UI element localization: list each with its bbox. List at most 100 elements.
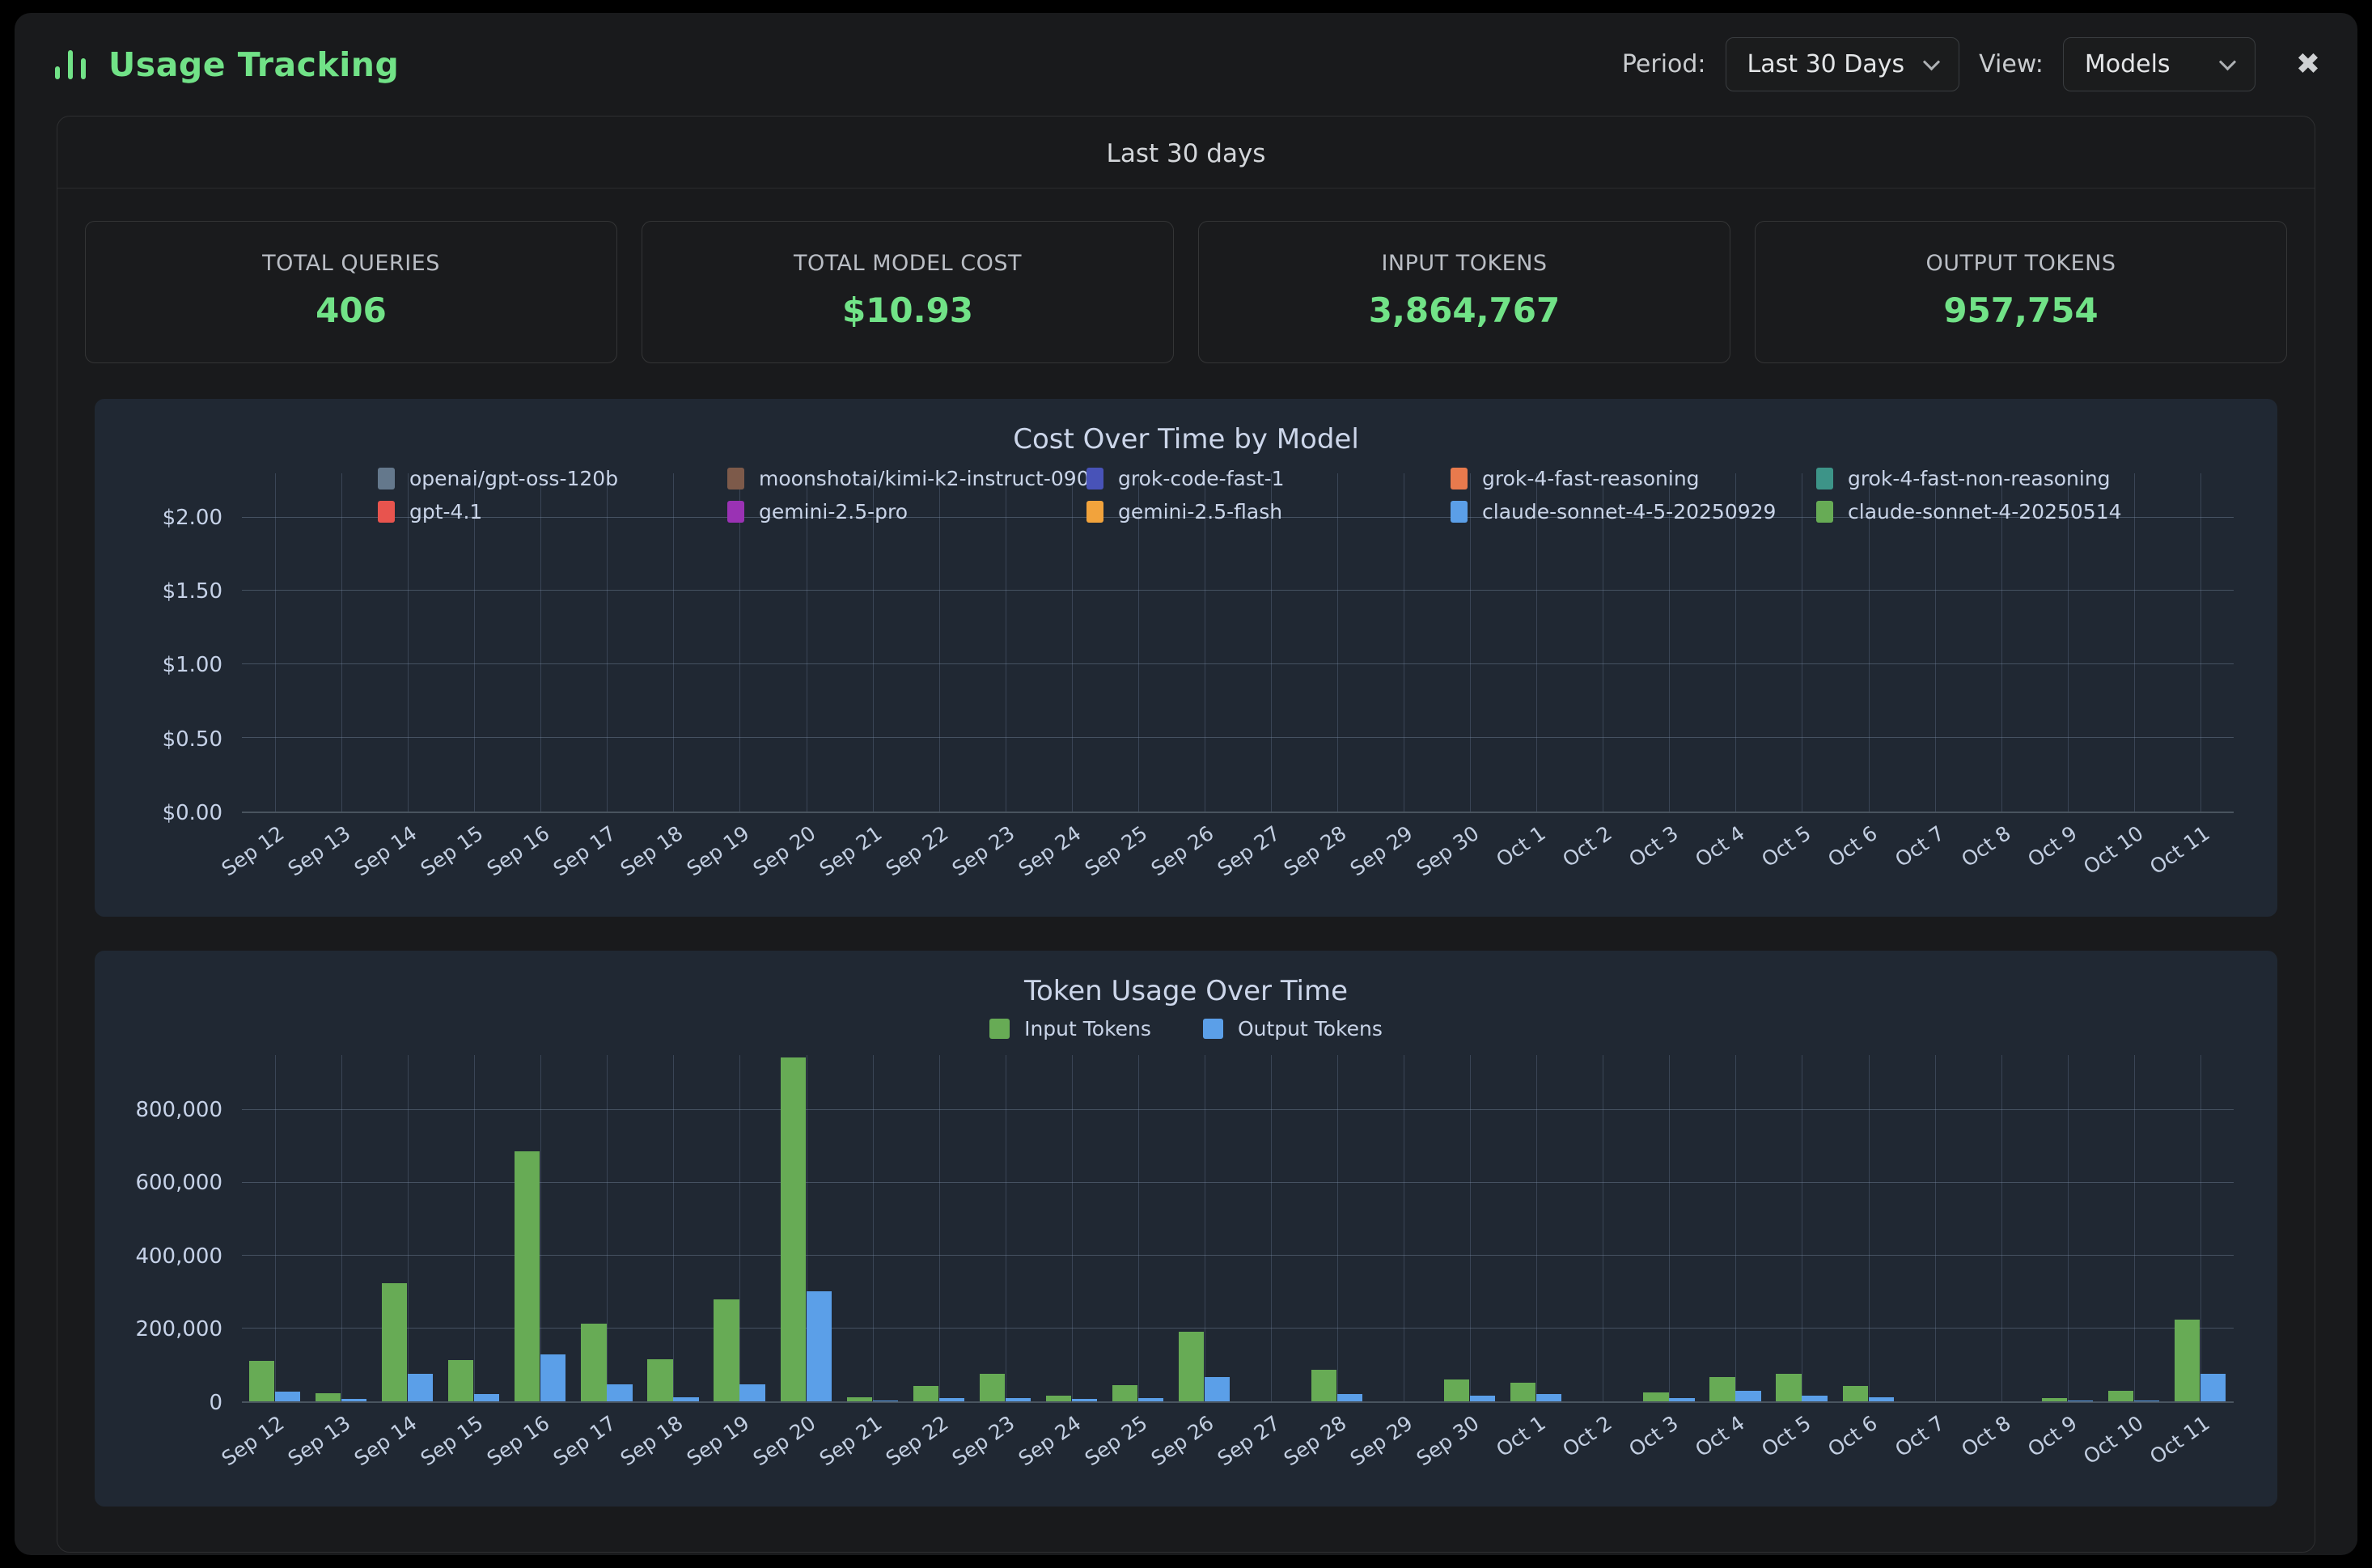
bar-output-tokens <box>939 1398 964 1401</box>
cost-chart-plot-wrap: $0.00$0.50$1.00$1.50$2.00 openai/gpt-oss… <box>124 473 2248 901</box>
day-column: Sep 28 <box>1304 1055 1370 1401</box>
x-tick-label: Sep 24 <box>1014 821 1086 881</box>
day-column: Sep 18 <box>640 1055 706 1401</box>
bar-output-tokens <box>1669 1398 1694 1401</box>
day-column: Sep 13 <box>308 1055 375 1401</box>
day-column: Sep 13 <box>308 473 375 812</box>
bar-output-tokens <box>1006 1398 1031 1401</box>
vertical-gridline <box>2200 1055 2201 1401</box>
vertical-gridline <box>1138 1055 1139 1401</box>
bar-input-tokens <box>1311 1370 1336 1401</box>
header-controls: Period: Last 30 Days View: Models ✖ <box>1622 37 2320 91</box>
token-chart-legend: Input TokensOutput Tokens <box>124 1017 2248 1040</box>
legend-label: moonshotai/kimi-k2-instruct-0905 <box>759 467 1103 490</box>
x-tick-label: Oct 1 <box>1492 821 1550 871</box>
x-tick-label: Sep 18 <box>616 821 687 881</box>
legend-item: grok-code-fast-1 <box>1086 467 1451 490</box>
x-tick-label: Oct 5 <box>1758 1411 1816 1461</box>
vertical-gridline <box>1869 1055 1870 1401</box>
day-column: Sep 12 <box>242 1055 308 1401</box>
bar-input-tokens <box>1643 1392 1668 1401</box>
day-column: Oct 2 <box>1569 473 1636 812</box>
x-tick-label: Sep 28 <box>1280 821 1351 881</box>
x-tick-label: Sep 13 <box>284 1411 355 1471</box>
x-tick-label: Sep 23 <box>948 821 1019 881</box>
vertical-gridline <box>275 473 276 812</box>
legend-label: gemini-2.5-pro <box>759 500 908 523</box>
x-tick-label: Sep 22 <box>881 1411 952 1471</box>
x-tick-label: Sep 23 <box>948 1411 1019 1471</box>
bar-output-tokens <box>739 1384 765 1401</box>
x-tick-label: Oct 10 <box>2079 821 2148 879</box>
day-column: Oct 9 <box>2035 1055 2101 1401</box>
cost-chart-legend: openai/gpt-oss-120b moonshotai/kimi-k2-in… <box>378 467 2122 523</box>
bar-output-tokens <box>1735 1391 1760 1401</box>
bar-output-tokens <box>673 1397 698 1401</box>
day-column: Sep 15 <box>441 473 507 812</box>
day-column: Sep 25 <box>1105 473 1171 812</box>
bar-input-tokens <box>1843 1386 1868 1401</box>
view-select[interactable]: Models <box>2063 37 2256 91</box>
x-tick-label: Sep 17 <box>549 1411 621 1471</box>
vertical-gridline <box>474 1055 475 1401</box>
x-tick-label: Oct 3 <box>1624 821 1683 871</box>
day-column: Oct 10 <box>2101 473 2167 812</box>
vertical-gridline <box>939 1055 940 1401</box>
day-column: Oct 9 <box>2035 473 2101 812</box>
vertical-gridline <box>1337 1055 1338 1401</box>
bar-input-tokens <box>515 1151 540 1401</box>
x-tick-label: Sep 15 <box>417 1411 488 1471</box>
x-tick-label: Sep 12 <box>218 821 289 881</box>
bar-input-tokens <box>1709 1377 1735 1401</box>
x-tick-label: Sep 28 <box>1280 1411 1351 1471</box>
legend-label: claude-sonnet-4-20250514 <box>1848 500 2122 523</box>
legend-label: grok-code-fast-1 <box>1118 467 1285 490</box>
vertical-gridline <box>1337 473 1338 812</box>
x-tick-label: Sep 19 <box>682 1411 753 1471</box>
bar-output-tokens <box>474 1394 499 1401</box>
vertical-gridline <box>1271 1055 1272 1401</box>
y-tick-label: 0 <box>209 1391 222 1415</box>
day-column: Sep 17 <box>574 1055 640 1401</box>
stat-card-total-queries: TOTAL QUERIES 406 <box>85 221 617 363</box>
legend-swatch <box>1086 468 1103 489</box>
period-select-value: Last 30 Days <box>1747 50 1905 78</box>
y-tick-label: $1.50 <box>163 579 222 604</box>
day-column: Oct 3 <box>1636 1055 1702 1401</box>
legend-swatch <box>1451 468 1468 489</box>
x-tick-label: Sep 29 <box>1346 1411 1417 1471</box>
vertical-gridline <box>673 1055 674 1401</box>
vertical-gridline <box>1735 1055 1736 1401</box>
y-tick-label: 800,000 <box>135 1098 222 1122</box>
day-column: Sep 21 <box>840 1055 906 1401</box>
legend-label: grok-4-fast-reasoning <box>1482 467 1700 490</box>
cost-chart-plot-area: openai/gpt-oss-120bmoonshotai/kimi-k2-in… <box>242 473 2234 813</box>
legend-item: gemini-2.5-flash <box>1086 500 1451 523</box>
x-tick-label: Oct 7 <box>1891 821 1949 871</box>
cost-chart-title: Cost Over Time by Model <box>124 423 2248 456</box>
stat-value: 957,754 <box>1764 290 2278 330</box>
summary-title: Last 30 days <box>57 117 2315 189</box>
y-axis-labels: $0.00$0.50$1.00$1.50$2.00 <box>124 473 231 813</box>
day-column: Sep 14 <box>375 473 441 812</box>
legend-label: gemini-2.5-flash <box>1118 500 1282 523</box>
bar-output-tokens <box>1337 1394 1362 1401</box>
day-column: Sep 21 <box>840 473 906 812</box>
day-column: Sep 22 <box>906 1055 972 1401</box>
y-tick-label: $0.00 <box>163 801 222 825</box>
y-tick-label: $2.00 <box>163 506 222 530</box>
day-column: Sep 23 <box>972 1055 1039 1401</box>
stat-card-output-tokens: OUTPUT TOKENS 957,754 <box>1755 221 2287 363</box>
vertical-gridline <box>1072 1055 1073 1401</box>
close-button[interactable]: ✖ <box>2296 50 2320 79</box>
vertical-gridline <box>673 473 674 812</box>
day-column: Oct 8 <box>1968 473 2035 812</box>
period-select[interactable]: Last 30 Days <box>1726 37 1960 91</box>
x-tick-label: Oct 2 <box>1558 821 1616 871</box>
legend-item: openai/gpt-oss-120b <box>378 467 727 490</box>
x-tick-label: Oct 11 <box>2145 821 2214 879</box>
vertical-gridline <box>2068 473 2069 812</box>
vertical-gridline <box>1935 473 1936 812</box>
period-label: Period: <box>1622 50 1706 78</box>
legend-swatch <box>989 1019 1010 1039</box>
